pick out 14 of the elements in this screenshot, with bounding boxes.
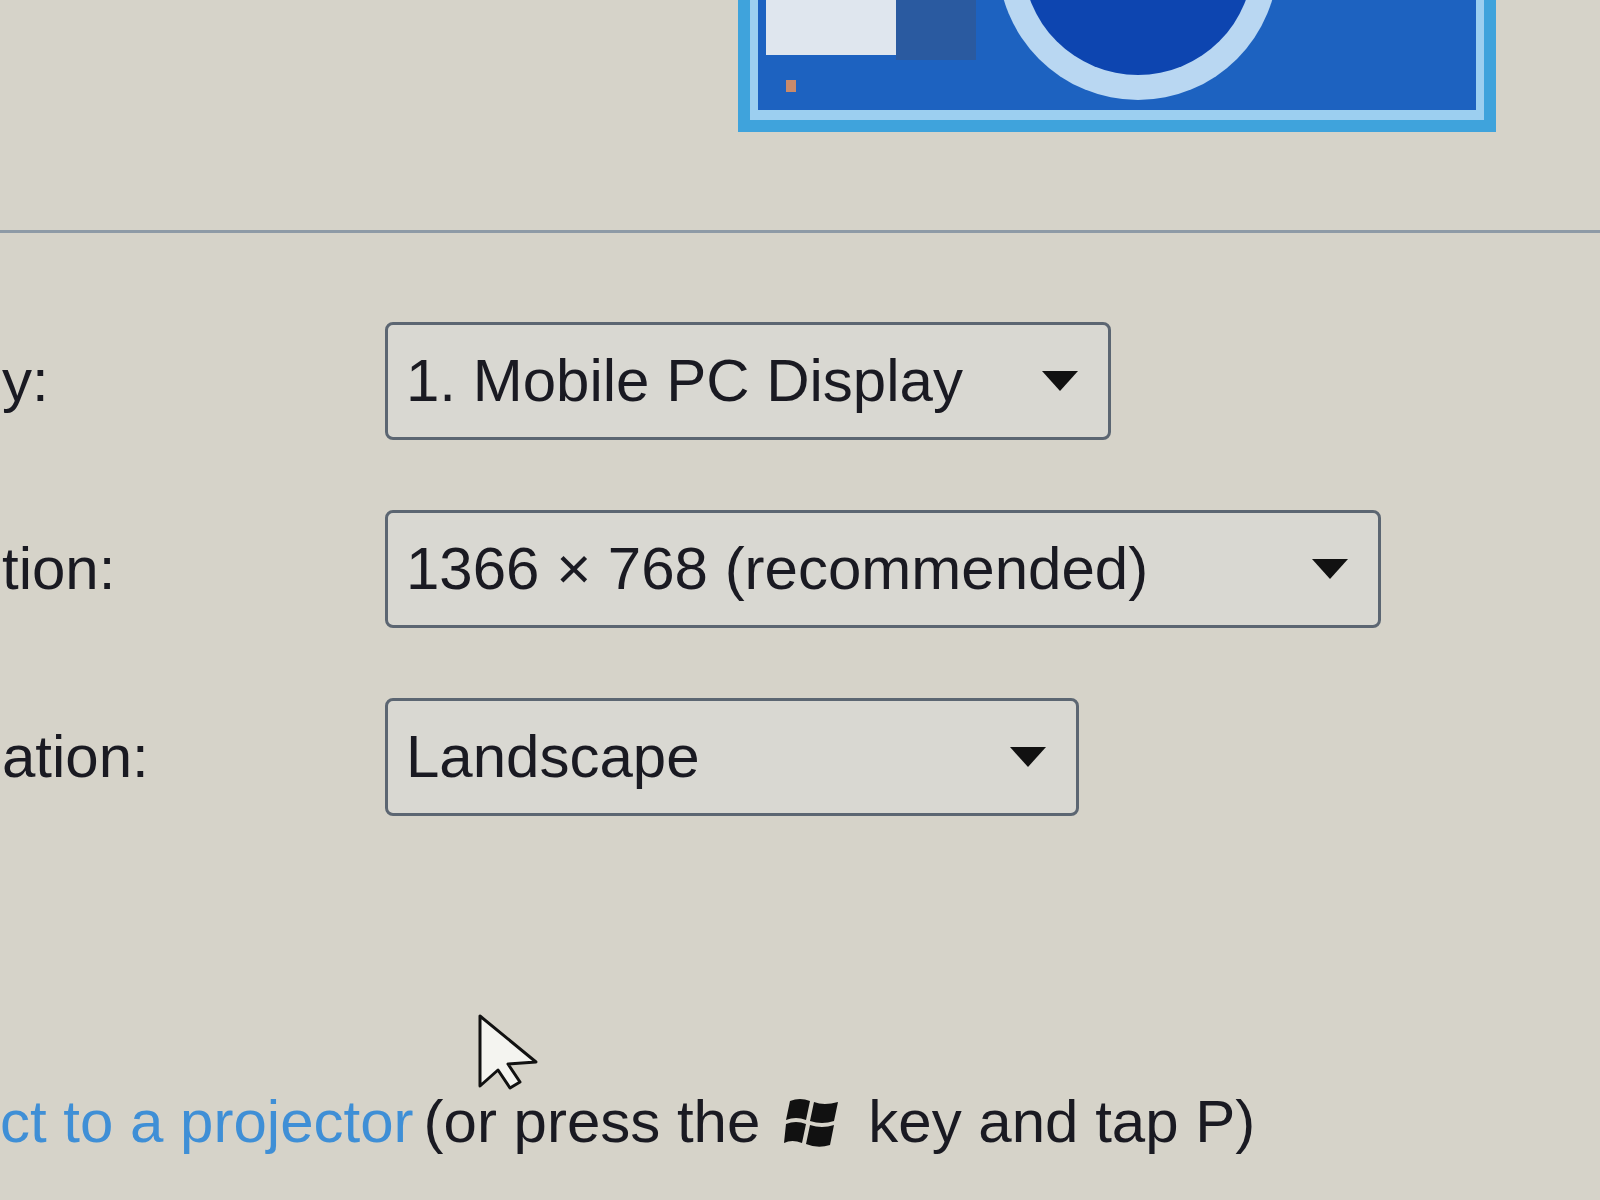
field-label: tion: [1, 539, 117, 599]
field-label: y: [1, 351, 50, 411]
hint-text: (or press the [423, 1092, 761, 1152]
dropdown[interactable]: Landscape [385, 698, 1079, 816]
caret-icon [1010, 747, 1046, 767]
dropdown[interactable]: 1366 × 768 (recommended) [385, 510, 1381, 628]
field-label: ation: [1, 727, 150, 787]
display-thumbnail[interactable] [738, 0, 1496, 132]
caret-icon [1042, 371, 1078, 391]
mouse-pointer-icon [478, 1014, 540, 1090]
caret-icon [1312, 559, 1348, 579]
flag-logo-icon [784, 1097, 841, 1147]
hint-text: key and tap P) [868, 1092, 1256, 1152]
dropdown[interactable]: 1. Mobile PC Display [385, 322, 1111, 440]
